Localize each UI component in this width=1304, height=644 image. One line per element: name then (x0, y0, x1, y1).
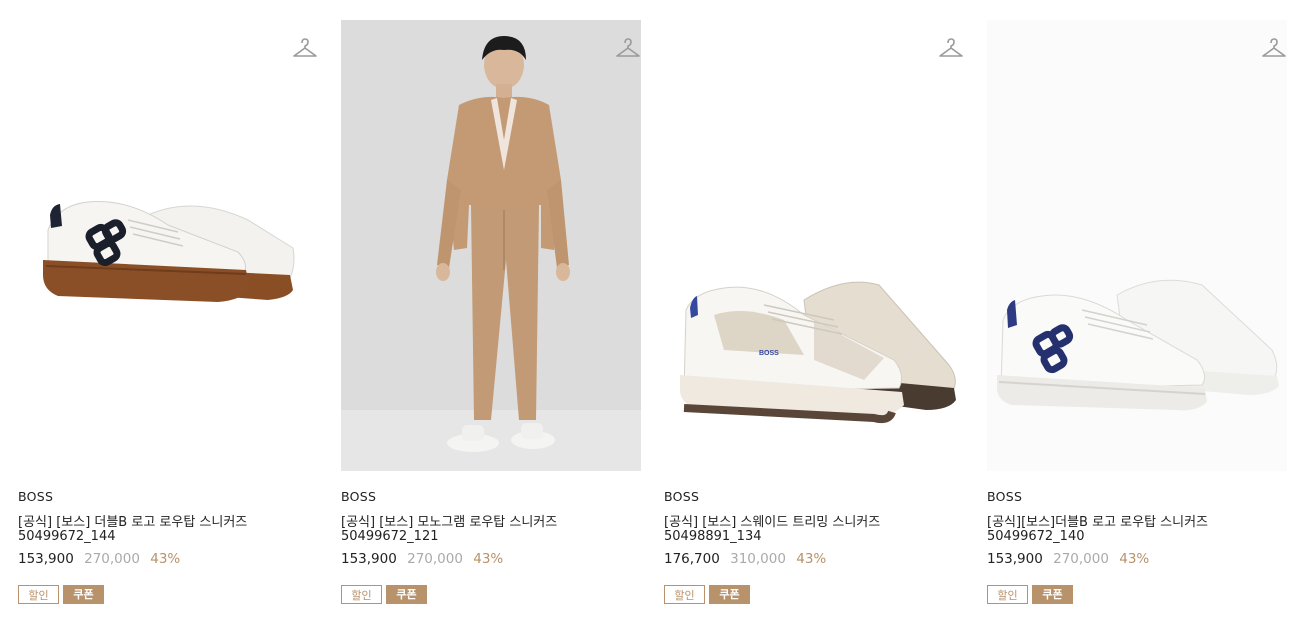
product-brand[interactable]: BOSS (664, 489, 699, 504)
product-code: 50498891_134 (664, 529, 762, 544)
discount-rate: 43% (150, 551, 181, 567)
sale-price: 153,900 (18, 551, 74, 567)
hanger-icon[interactable] (1261, 36, 1287, 62)
sale-badge: 할인 (18, 585, 59, 604)
coupon-badge: 쿠폰 (709, 585, 750, 604)
product-code: 50499672_144 (18, 529, 116, 544)
coupon-badge: 쿠폰 (1032, 585, 1073, 604)
svg-text:BOSS: BOSS (759, 350, 779, 357)
discount-rate: 43% (1119, 551, 1150, 567)
tag-list: 할인 쿠폰 (18, 585, 104, 604)
price-row: 153,900 270,000 43% (18, 551, 180, 567)
product-grid: BOSS [공식] [보스] 더블B 로고 로우탑 스니커즈 50499672_… (18, 20, 1288, 620)
product-image[interactable]: BOSS (664, 20, 964, 471)
product-brand[interactable]: BOSS (341, 489, 376, 504)
product-card[interactable]: BOSS BOSS [공식] [보스] 스웨이드 트리밍 스니커즈 504988… (664, 20, 964, 620)
coupon-badge: 쿠폰 (63, 585, 104, 604)
discount-rate: 43% (473, 551, 504, 567)
price-row: 153,900 270,000 43% (341, 551, 503, 567)
product-title[interactable]: [공식] [보스] 더블B 로고 로우탑 스니커즈 (18, 511, 247, 530)
discount-rate: 43% (796, 551, 827, 567)
tag-list: 할인 쿠폰 (987, 585, 1073, 604)
tag-list: 할인 쿠폰 (664, 585, 750, 604)
tag-list: 할인 쿠폰 (341, 585, 427, 604)
product-card[interactable]: BOSS [공식] [보스] 더블B 로고 로우탑 스니커즈 50499672_… (18, 20, 318, 620)
sneaker-image (18, 20, 318, 471)
sale-badge: 할인 (341, 585, 382, 604)
hanger-icon[interactable] (615, 36, 641, 62)
product-title[interactable]: [공식] [보스] 모노그램 로우탑 스니커즈 (341, 511, 557, 530)
sneaker-image (987, 20, 1287, 471)
coupon-badge: 쿠폰 (386, 585, 427, 604)
product-image[interactable] (18, 20, 318, 471)
product-image[interactable] (341, 20, 641, 471)
product-title[interactable]: [공식] [보스] 스웨이드 트리밍 스니커즈 (664, 511, 880, 530)
original-price: 310,000 (730, 551, 786, 567)
price-row: 176,700 310,000 43% (664, 551, 826, 567)
product-code: 50499672_121 (341, 529, 439, 544)
sale-price: 176,700 (664, 551, 720, 567)
product-card[interactable]: BOSS [공식] [보스] 모노그램 로우탑 스니커즈 50499672_12… (341, 20, 641, 620)
price-row: 153,900 270,000 43% (987, 551, 1149, 567)
product-brand[interactable]: BOSS (987, 489, 1022, 504)
sale-badge: 할인 (987, 585, 1028, 604)
original-price: 270,000 (84, 551, 140, 567)
product-card[interactable]: BOSS [공식][보스]더블B 로고 로우탑 스니커즈 50499672_14… (987, 20, 1287, 620)
original-price: 270,000 (407, 551, 463, 567)
sneaker-image: BOSS (664, 20, 964, 471)
sale-price: 153,900 (987, 551, 1043, 567)
product-code: 50499672_140 (987, 529, 1085, 544)
sale-badge: 할인 (664, 585, 705, 604)
sale-price: 153,900 (341, 551, 397, 567)
original-price: 270,000 (1053, 551, 1109, 567)
hanger-icon[interactable] (292, 36, 318, 62)
product-brand[interactable]: BOSS (18, 489, 53, 504)
model-photo (341, 20, 641, 471)
hanger-icon[interactable] (938, 36, 964, 62)
product-image[interactable] (987, 20, 1287, 471)
product-title[interactable]: [공식][보스]더블B 로고 로우탑 스니커즈 (987, 511, 1208, 530)
